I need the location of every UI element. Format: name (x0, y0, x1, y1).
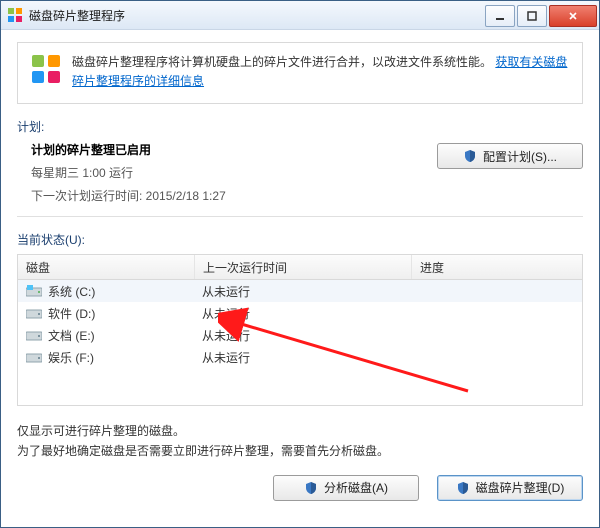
minimize-button[interactable] (485, 5, 515, 27)
schedule-info: 计划的碎片整理已启用 每星期三 1:00 运行 下一次计划运行时间: 2015/… (17, 141, 437, 210)
analyze-disk-label: 分析磁盘(A) (324, 479, 388, 496)
defrag-icon (7, 7, 23, 23)
window-root: 磁盘碎片整理程序 磁盘碎 (0, 0, 600, 528)
drive-icon (26, 329, 42, 341)
info-panel: 磁盘碎片整理程序将计算机硬盘上的碎片文件进行合并，以改进文件系统性能。 获取有关… (17, 42, 583, 104)
note-line1: 仅显示可进行碎片整理的磁盘。 (17, 422, 583, 441)
shield-icon (304, 481, 318, 495)
footer-note: 仅显示可进行碎片整理的磁盘。 为了最好地确定磁盘是否需要立即进行碎片整理，需要首… (17, 422, 583, 460)
info-description: 磁盘碎片整理程序将计算机硬盘上的碎片文件进行合并，以改进文件系统性能。 (72, 55, 492, 69)
disk-last-run: 从未运行 (194, 303, 410, 324)
table-body: 系统 (C:) 从未运行 软件 (D:) 从未运行 (18, 280, 582, 368)
title-bar: 磁盘碎片整理程序 (1, 1, 599, 30)
maximize-button[interactable] (517, 5, 547, 27)
schedule-frequency: 每星期三 1:00 运行 (31, 164, 437, 181)
disk-name: 娱乐 (F:) (48, 349, 94, 366)
note-line2: 为了最好地确定磁盘是否需要立即进行碎片整理，需要首先分析磁盘。 (17, 442, 583, 461)
window-body: 磁盘碎片整理程序将计算机硬盘上的碎片文件进行合并，以改进文件系统性能。 获取有关… (1, 30, 599, 515)
info-text: 磁盘碎片整理程序将计算机硬盘上的碎片文件进行合并，以改进文件系统性能。 获取有关… (72, 53, 570, 91)
table-row[interactable]: 软件 (D:) 从未运行 (18, 302, 582, 324)
table-row[interactable]: 系统 (C:) 从未运行 (18, 280, 582, 302)
drive-icon (26, 351, 42, 363)
table-row[interactable]: 娱乐 (F:) 从未运行 (18, 346, 582, 368)
disk-last-run: 从未运行 (194, 347, 410, 368)
table-header: 磁盘 上一次运行时间 进度 (18, 255, 582, 280)
col-disk[interactable]: 磁盘 (18, 255, 195, 279)
disk-name: 系统 (C:) (48, 283, 95, 300)
table-row[interactable]: 文档 (E:) 从未运行 (18, 324, 582, 346)
disk-last-run: 从未运行 (194, 281, 410, 302)
disk-table: 磁盘 上一次运行时间 进度 系统 (C:) 从未运行 (17, 254, 583, 406)
disk-name: 文档 (E:) (48, 327, 95, 344)
disk-last-run: 从未运行 (194, 325, 410, 346)
schedule-title: 计划的碎片整理已启用 (31, 141, 437, 158)
window-title: 磁盘碎片整理程序 (29, 7, 483, 24)
disk-progress (410, 333, 582, 337)
os-drive-icon (26, 285, 42, 297)
disk-name: 软件 (D:) (48, 305, 95, 322)
action-bar: 分析磁盘(A) 磁盘碎片整理(D) (17, 475, 583, 501)
drive-icon (26, 307, 42, 319)
status-section-label: 当前状态(U): (17, 231, 583, 248)
analyze-disk-button[interactable]: 分析磁盘(A) (273, 475, 419, 501)
col-progress[interactable]: 进度 (412, 255, 582, 279)
configure-schedule-button[interactable]: 配置计划(S)... (437, 143, 583, 169)
defragment-disk-label: 磁盘碎片整理(D) (476, 479, 565, 496)
shield-icon (456, 481, 470, 495)
configure-schedule-label: 配置计划(S)... (483, 148, 557, 165)
divider (17, 216, 583, 217)
window-controls (483, 5, 597, 25)
defrag-large-icon (30, 53, 62, 85)
col-last-run[interactable]: 上一次运行时间 (195, 255, 412, 279)
disk-progress (410, 355, 582, 359)
disk-progress (410, 289, 582, 293)
defragment-disk-button[interactable]: 磁盘碎片整理(D) (437, 475, 583, 501)
close-button[interactable] (549, 5, 597, 27)
disk-progress (410, 311, 582, 315)
schedule-row: 计划的碎片整理已启用 每星期三 1:00 运行 下一次计划运行时间: 2015/… (17, 141, 583, 210)
shield-icon (463, 149, 477, 163)
schedule-next-run: 下一次计划运行时间: 2015/2/18 1:27 (31, 187, 437, 204)
schedule-section-label: 计划: (17, 118, 583, 135)
